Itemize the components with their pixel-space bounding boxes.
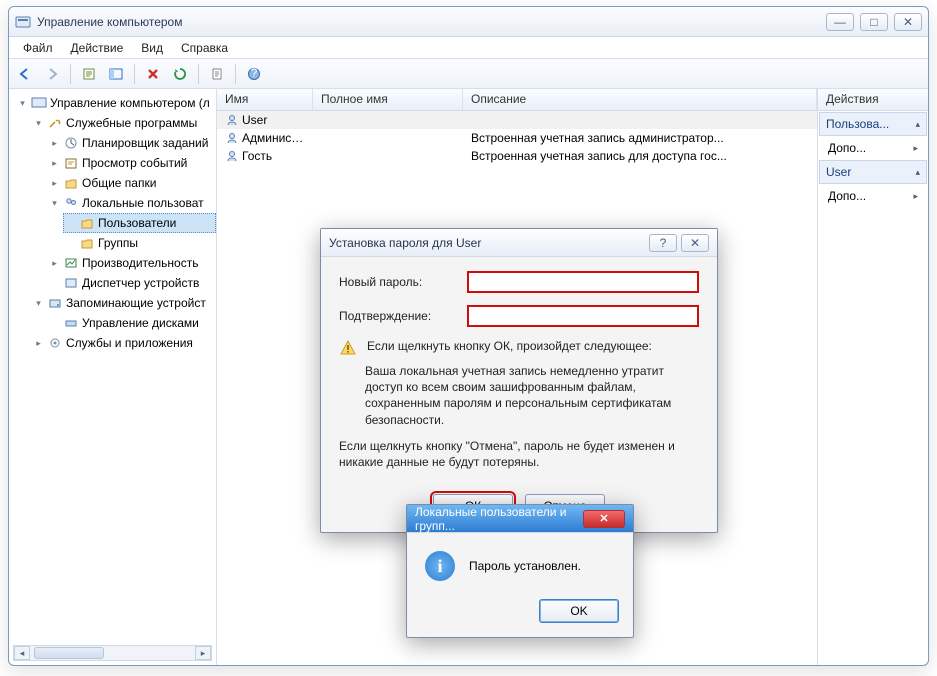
- tree-task[interactable]: Планировщик заданий: [82, 134, 208, 152]
- folder-icon: [79, 235, 95, 251]
- tools-icon: [47, 115, 63, 131]
- warning-detail: Ваша локальная учетная запись немедленно…: [365, 363, 699, 428]
- actions-header: Действия: [818, 89, 928, 111]
- col-desc[interactable]: Описание: [463, 89, 817, 110]
- menubar: Файл Действие Вид Справка: [9, 37, 928, 59]
- toolbar: ?: [9, 59, 928, 89]
- svg-text:?: ?: [251, 67, 258, 80]
- app-icon: [15, 14, 31, 30]
- tree-storage[interactable]: Запоминающие устройст: [66, 294, 206, 312]
- tree-localusers[interactable]: Локальные пользоват: [82, 194, 204, 212]
- minimize-button[interactable]: —: [826, 13, 854, 31]
- window-title: Управление компьютером: [37, 15, 182, 29]
- col-fullname[interactable]: Полное имя: [313, 89, 463, 110]
- actions-group-user[interactable]: User▴: [819, 160, 927, 184]
- dialog-help-button[interactable]: ?: [649, 234, 677, 252]
- user-icon: [225, 131, 239, 145]
- folder-icon: [79, 215, 95, 231]
- small-dialog-close-button[interactable]: ✕: [583, 510, 625, 528]
- dialog-close-button[interactable]: ✕: [681, 234, 709, 252]
- list-header: Имя Полное имя Описание: [217, 89, 817, 111]
- tree-horizontal-scrollbar[interactable]: ◂ ▸: [13, 645, 212, 661]
- diskmgr-icon: [63, 315, 79, 331]
- actions-group-users[interactable]: Пользова...▴: [819, 112, 927, 136]
- nav-forward-button[interactable]: [40, 62, 64, 86]
- tree-perf[interactable]: Производительность: [82, 254, 198, 272]
- confirm-password-label: Подтверждение:: [339, 309, 467, 323]
- list-row[interactable]: Гость Встроенная учетная запись для дост…: [217, 147, 817, 165]
- small-ok-button[interactable]: OK: [539, 599, 619, 623]
- actions-more-1[interactable]: Допо...▸: [818, 137, 928, 159]
- info-icon: i: [425, 551, 455, 581]
- list-row[interactable]: Администр... Встроенная учетная запись а…: [217, 129, 817, 147]
- actions-more-2[interactable]: Допо...▸: [818, 185, 928, 207]
- small-dialog-title: Локальные пользователи и групп...: [415, 505, 583, 533]
- scroll-thumb[interactable]: [34, 647, 104, 659]
- folder-shared-icon: [63, 175, 79, 191]
- storage-icon: [47, 295, 63, 311]
- help-button[interactable]: ?: [242, 62, 266, 86]
- set-password-dialog: Установка пароля для User ? ✕ Новый паро…: [320, 228, 718, 533]
- scroll-right-button[interactable]: ▸: [195, 646, 211, 660]
- scroll-left-button[interactable]: ◂: [14, 646, 30, 660]
- menu-view[interactable]: Вид: [133, 39, 171, 57]
- tree-sys[interactable]: Служебные программы: [66, 114, 197, 132]
- tree-groups[interactable]: Группы: [98, 234, 138, 252]
- small-dialog-titlebar: Локальные пользователи и групп... ✕: [407, 505, 633, 533]
- delete-button[interactable]: [141, 62, 165, 86]
- new-password-input[interactable]: [467, 271, 699, 293]
- refresh-button[interactable]: [168, 62, 192, 86]
- tree-svcs[interactable]: Службы и приложения: [66, 334, 193, 352]
- nav-back-button[interactable]: [13, 62, 37, 86]
- col-name[interactable]: Имя: [217, 89, 313, 110]
- warning-text: Если щелкнуть кнопку ОК, произойдет след…: [367, 339, 652, 357]
- user-icon: [225, 149, 239, 163]
- password-set-dialog: Локальные пользователи и групп... ✕ i Па…: [406, 504, 634, 638]
- computer-icon: [31, 95, 47, 111]
- clock-icon: [63, 135, 79, 151]
- close-button[interactable]: ✕: [894, 13, 922, 31]
- password-set-message: Пароль установлен.: [469, 559, 581, 573]
- properties-button[interactable]: [77, 62, 101, 86]
- users-icon: [63, 195, 79, 211]
- dialog-titlebar: Установка пароля для User ? ✕: [321, 229, 717, 257]
- tree-root[interactable]: Управление компьютером (л: [50, 94, 210, 112]
- maximize-button[interactable]: □: [860, 13, 888, 31]
- user-icon: [225, 113, 239, 127]
- menu-action[interactable]: Действие: [63, 39, 132, 57]
- list-row[interactable]: User: [217, 111, 817, 129]
- tree-shared[interactable]: Общие папки: [82, 174, 156, 192]
- new-password-label: Новый пароль:: [339, 275, 467, 289]
- confirm-password-input[interactable]: [467, 305, 699, 327]
- titlebar: Управление компьютером — □ ✕: [9, 7, 928, 37]
- tree-diskmgr[interactable]: Управление дисками: [82, 314, 199, 332]
- dialog-title: Установка пароля для User: [329, 236, 481, 250]
- tree-event[interactable]: Просмотр событий: [82, 154, 187, 172]
- event-icon: [63, 155, 79, 171]
- tree-pane: ▾Управление компьютером (л ▾Служебные пр…: [9, 89, 217, 665]
- warning-icon: [339, 339, 357, 357]
- actions-pane: Действия Пользова...▴ Допо...▸ User▴ Доп…: [818, 89, 928, 665]
- tree-devmgr[interactable]: Диспетчер устройств: [82, 274, 199, 292]
- export-button[interactable]: [205, 62, 229, 86]
- tree-users[interactable]: Пользователи: [98, 214, 176, 232]
- menu-help[interactable]: Справка: [173, 39, 236, 57]
- services-icon: [47, 335, 63, 351]
- perf-icon: [63, 255, 79, 271]
- devmgr-icon: [63, 275, 79, 291]
- cancel-note: Если щелкнуть кнопку "Отмена", пароль не…: [339, 438, 699, 470]
- show-hide-button[interactable]: [104, 62, 128, 86]
- menu-file[interactable]: Файл: [15, 39, 61, 57]
